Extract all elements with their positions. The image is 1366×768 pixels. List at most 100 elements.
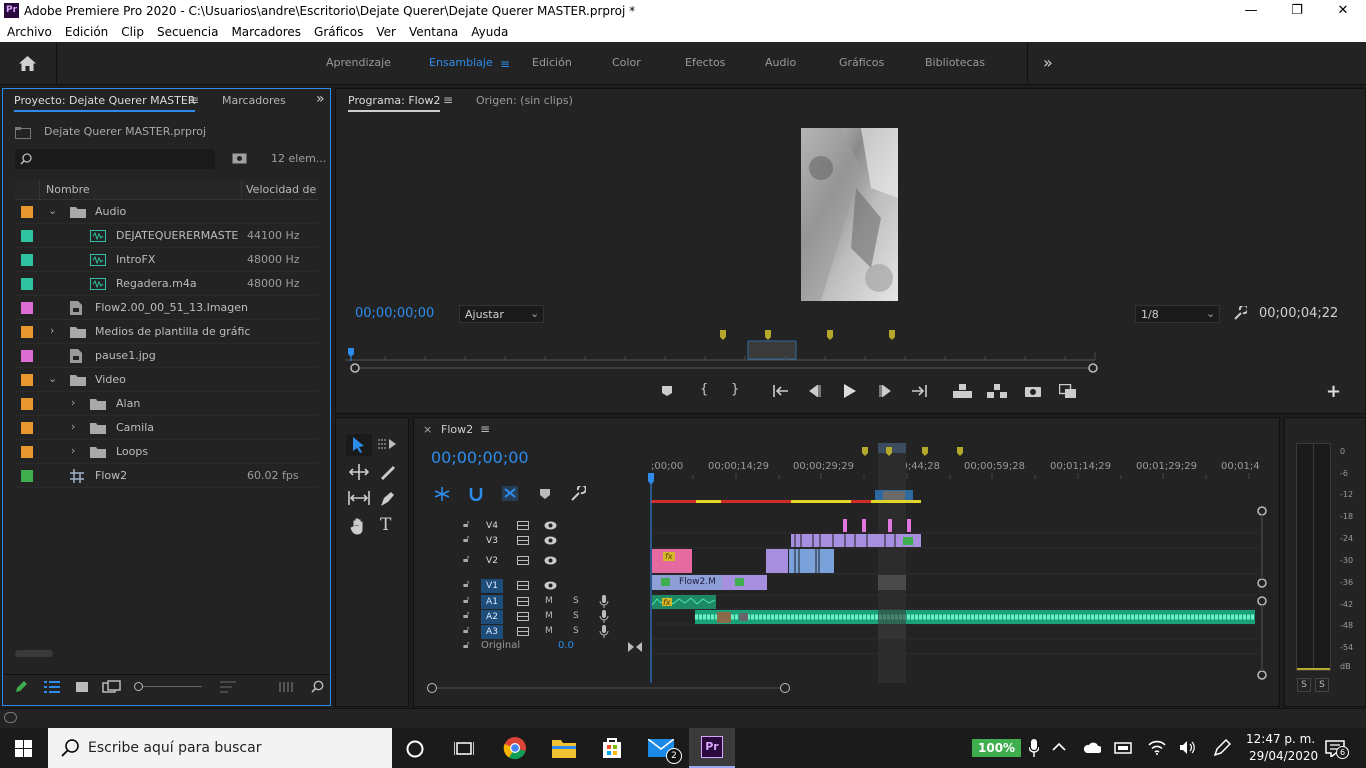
resolution-dropdown[interactable]: 1/8 ⌄ [1135,305,1220,323]
onedrive-icon[interactable] [1083,741,1101,753]
menu-edicion[interactable]: Edición [58,22,114,42]
chevron-down-icon[interactable]: ⌄ [48,372,57,385]
workspace-audio[interactable]: Audio [765,56,796,69]
chevron-down-icon[interactable]: ⌄ [48,204,57,217]
list-item[interactable]: pause1.jpg [15,344,317,368]
eye-icon[interactable] [544,556,557,565]
tab-source[interactable]: Origen: (sin clips) [476,94,573,107]
timeline-scrollbar[interactable] [432,687,785,689]
workspace-graficos[interactable]: Gráficos [839,56,884,69]
timeline-tracks-area[interactable] [645,443,1270,683]
task-view-icon[interactable] [454,740,474,757]
pen-workspace-icon[interactable] [1213,739,1231,757]
scrollbar-handle-right[interactable] [780,683,790,693]
lock-icon[interactable]: 🔓︎ [463,534,469,545]
volume-icon[interactable] [1179,740,1195,755]
go-to-out-icon[interactable] [911,385,927,397]
close-sequence-icon[interactable]: × [423,423,432,436]
extract-icon[interactable] [987,384,1007,398]
more-workspaces-button[interactable]: » [1043,53,1053,72]
add-marker-icon[interactable] [540,489,550,499]
pen-tool-icon[interactable] [379,491,395,507]
pencil-icon[interactable] [14,680,28,694]
wrench-icon[interactable] [570,486,586,502]
compare-view-icon[interactable] [1059,384,1077,399]
zoom-slider[interactable] [134,686,202,687]
battery-indicator[interactable]: 100% [972,739,1021,757]
list-item[interactable]: Regadera.m4a 48000 Hz [15,272,317,296]
razor-tool-icon[interactable] [379,464,395,480]
mute-button[interactable]: M [545,596,553,606]
track-select-tool-icon[interactable] [377,438,397,450]
go-to-edit-icon[interactable] [628,642,642,652]
horizontal-scrollbar[interactable] [15,650,53,657]
menu-clip[interactable]: Clip [114,22,150,42]
hand-tool-icon[interactable] [350,518,367,535]
find-icon[interactable] [311,680,324,693]
chevron-up-icon[interactable] [1052,742,1066,751]
lock-icon[interactable]: 🔓︎ [463,554,469,565]
windows-start-icon[interactable] [15,740,32,757]
step-back-icon[interactable] [808,385,822,397]
selection-tool-icon[interactable] [352,437,365,453]
solo-button[interactable]: S [573,611,579,621]
lock-icon[interactable]: 🔓︎ [463,625,469,636]
list-item[interactable]: Flow2.00_00_51_13.Imagen [15,296,317,320]
linked-selection-icon[interactable] [502,486,518,501]
track-v1[interactable]: V1 [481,579,503,593]
snap-icon[interactable] [469,487,483,501]
list-item[interactable]: ⌄ Video [15,368,317,392]
list-item[interactable]: › Loops [15,440,317,464]
camera-icon[interactable] [1025,385,1041,397]
play-icon[interactable] [843,384,856,398]
automate-sequence-icon[interactable] [279,682,295,692]
master-volume-value[interactable]: 0.0 [558,640,574,651]
lock-icon[interactable]: 🔓︎ [463,519,469,530]
sort-icon[interactable] [220,681,236,693]
close-button[interactable]: ✕ [1320,0,1366,22]
ripple-edit-tool-icon[interactable] [349,464,369,480]
step-forward-icon[interactable] [878,385,892,397]
workspace-ensamblaje[interactable]: Ensamblaje [429,56,493,69]
mute-button[interactable]: M [545,626,553,636]
menu-ver[interactable]: Ver [369,22,402,42]
icon-view-icon[interactable] [75,681,89,693]
menu-ayuda[interactable]: Ayuda [464,22,514,42]
timeline-timecode[interactable]: 00;00;00;00 [431,448,529,467]
panel-menu-icon[interactable]: ≡ [443,93,453,107]
store-icon[interactable] [600,736,624,760]
type-tool-icon[interactable]: T [380,515,391,535]
clock-date[interactable]: 29/04/2020 [1249,749,1318,763]
track-v2[interactable]: V2 [481,554,503,568]
eye-icon[interactable] [544,581,557,590]
chevron-right-icon[interactable]: › [71,444,75,457]
tab-program[interactable]: Programa: Flow2 [348,94,441,112]
workspace-aprendizaje[interactable]: Aprendizaje [326,56,391,69]
menu-archivo[interactable]: Archivo [0,22,58,42]
lift-icon[interactable] [953,384,972,398]
list-view-icon[interactable] [44,681,60,693]
program-time-ruler[interactable] [345,327,1105,377]
search-input[interactable] [15,149,215,169]
panel-menu-icon[interactable]: ≡ [480,422,490,436]
zoom-slider-handle[interactable] [134,682,143,691]
sync-lock-icon[interactable] [517,612,529,621]
tab-sequence[interactable]: Flow2 [441,423,473,436]
menu-marcadores[interactable]: Marcadores [224,22,307,42]
home-icon[interactable] [18,55,37,72]
search-input[interactable]: Escribe aquí para buscar [48,728,392,768]
program-timecode[interactable]: 00;00;00;00 [355,306,434,321]
sync-lock-icon[interactable] [517,597,529,606]
add-marker-icon[interactable] [661,385,673,397]
tab-project[interactable]: Proyecto: Dejate Querer MASTER [14,94,196,112]
device-icon[interactable] [1114,740,1132,755]
lock-icon[interactable]: 🔓︎ [463,579,469,590]
solo-button[interactable]: S [573,626,579,636]
eye-icon[interactable] [544,521,557,530]
freeform-view-icon[interactable] [102,680,122,694]
file-explorer-icon[interactable] [552,738,576,758]
list-item[interactable]: › Medios de plantilla de gráfic [15,320,317,344]
wrench-icon[interactable] [1233,306,1247,320]
wifi-icon[interactable] [1148,739,1166,755]
maximize-button[interactable]: ❐ [1274,0,1320,22]
